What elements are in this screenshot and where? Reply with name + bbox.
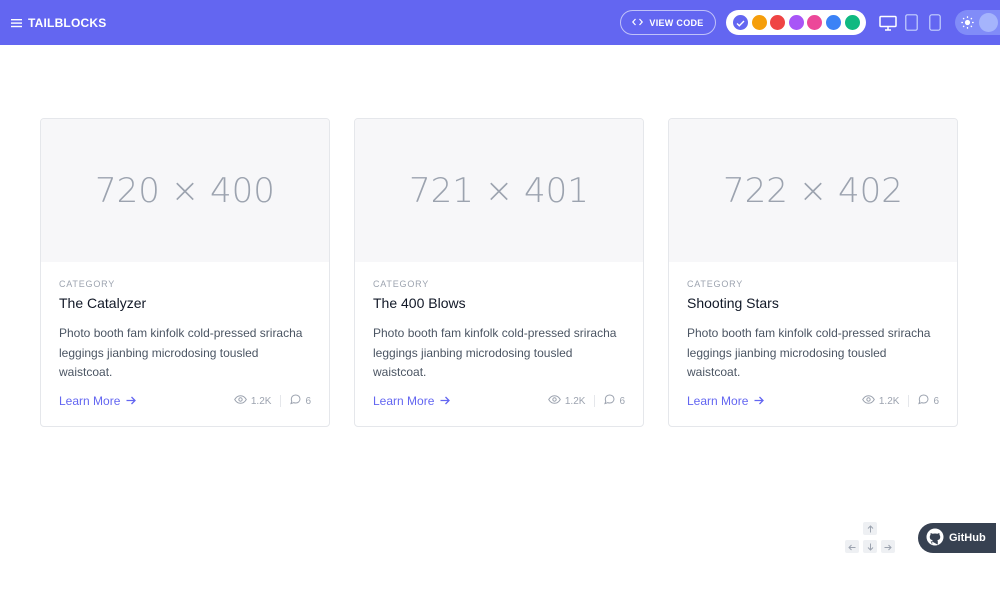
learn-more-label: Learn More xyxy=(373,394,435,408)
toggle-knob xyxy=(979,13,998,32)
arrow-down-key[interactable] xyxy=(863,540,877,553)
card-body: CATEGORY The 400 Blows Photo booth fam kin… xyxy=(373,279,625,383)
color-swatch[interactable] xyxy=(751,15,767,30)
blog-card: 722 × 402 CATEGORY Shooting Stars Photo boo… xyxy=(668,118,958,427)
comments-count: 6 xyxy=(305,395,311,407)
card-description: Photo booth fam kinfolk cold-pressed sri… xyxy=(59,326,303,379)
comment-icon xyxy=(290,394,301,408)
arrow-up-icon xyxy=(867,520,874,538)
blog-card: 720 × 400 CATEGORY The Catalyzer Photo boot… xyxy=(40,118,330,427)
card-stats: 1.2K 6 xyxy=(861,394,939,408)
tablet-view-button[interactable] xyxy=(905,0,918,45)
desktop-view-button[interactable] xyxy=(879,0,897,45)
comment-icon xyxy=(604,394,615,408)
color-swatch[interactable] xyxy=(807,15,823,30)
card-description: Photo booth fam kinfolk cold-pressed sri… xyxy=(373,326,617,379)
color-swatch[interactable] xyxy=(788,15,804,30)
arrow-right-icon xyxy=(440,394,451,408)
arrow-right-key[interactable] xyxy=(881,540,895,553)
blog-card: 721 × 401 CATEGORY The 400 Blows Photo boot… xyxy=(354,118,644,427)
view-code-button[interactable]: VIEW CODE xyxy=(620,10,716,35)
desktop-icon xyxy=(879,15,897,31)
card-title: The 400 Blows xyxy=(373,295,466,311)
card-footer: Learn More 1.2K 6 xyxy=(373,393,625,409)
card-description: Photo booth fam kinfolk cold-pressed sri… xyxy=(687,326,931,379)
mobile-view-button[interactable] xyxy=(929,0,941,45)
views-stat: 1.2K xyxy=(861,395,910,407)
image-size-label: 721 × 401 xyxy=(409,170,589,211)
image-size-label: 720 × 400 xyxy=(95,170,275,211)
comments-stat: 6 xyxy=(290,394,311,408)
comment-icon xyxy=(918,394,929,408)
arrow-down-icon xyxy=(867,538,874,556)
card-image-placeholder: 722 × 402 xyxy=(669,119,957,262)
arrow-right-icon xyxy=(884,538,892,556)
dark-mode-toggle[interactable] xyxy=(955,10,1000,35)
arrow-right-icon xyxy=(754,394,765,408)
card-category: CATEGORY xyxy=(59,279,116,289)
sun-icon xyxy=(961,16,974,34)
card-title: The Catalyzer xyxy=(59,295,147,311)
comments-count: 6 xyxy=(933,395,939,407)
brand[interactable]: TAILBLOCKS xyxy=(11,0,106,45)
color-swatch[interactable] xyxy=(825,15,841,30)
comments-stat: 6 xyxy=(918,394,939,408)
comments-count: 6 xyxy=(619,395,625,407)
top-navbar: TAILBLOCKS VIEW CODE xyxy=(0,0,1000,45)
view-code-label: VIEW CODE xyxy=(649,17,704,28)
card-stats: 1.2K 6 xyxy=(233,394,311,408)
views-count: 1.2K xyxy=(250,395,272,407)
card-footer: Learn More 1.2K 6 xyxy=(59,393,311,409)
arrow-left-icon xyxy=(848,538,856,556)
eye-icon xyxy=(861,395,875,407)
learn-more-label: Learn More xyxy=(59,394,121,408)
card-body: CATEGORY Shooting Stars Photo booth fam ki… xyxy=(687,279,939,383)
brand-name: TAILBLOCKS xyxy=(28,15,107,30)
learn-more-link[interactable]: Learn More xyxy=(59,394,137,408)
tablet-icon xyxy=(905,14,918,31)
arrow-right-icon xyxy=(126,394,137,408)
views-stat: 1.2K xyxy=(233,395,282,407)
card-stats: 1.2K 6 xyxy=(547,394,625,408)
card-image-placeholder: 721 × 401 xyxy=(355,119,643,262)
phone-icon xyxy=(929,14,941,31)
github-button[interactable]: GitHub xyxy=(918,523,996,553)
check-icon xyxy=(736,14,745,32)
github-icon xyxy=(926,528,944,549)
github-label: GitHub xyxy=(949,532,986,544)
arrow-left-key[interactable] xyxy=(845,540,859,553)
card-title: Shooting Stars xyxy=(687,295,779,311)
code-icon xyxy=(632,18,644,28)
card-image-placeholder: 720 × 400 xyxy=(41,119,329,262)
card-body: CATEGORY The Catalyzer Photo booth fam kin… xyxy=(59,279,311,383)
color-swatch[interactable] xyxy=(844,15,860,30)
eye-icon xyxy=(547,395,561,407)
views-stat: 1.2K xyxy=(547,395,596,407)
comments-stat: 6 xyxy=(604,394,625,408)
learn-more-link[interactable]: Learn More xyxy=(687,394,765,408)
arrow-up-key[interactable] xyxy=(863,522,877,535)
learn-more-label: Learn More xyxy=(687,394,749,408)
arrow-keys xyxy=(845,522,895,554)
image-size-label: 722 × 402 xyxy=(723,170,903,211)
hamburger-menu-icon[interactable] xyxy=(11,18,22,28)
learn-more-link[interactable]: Learn More xyxy=(373,394,451,408)
card-footer: Learn More 1.2K 6 xyxy=(687,393,939,409)
card-category: CATEGORY xyxy=(373,279,430,289)
card-category: CATEGORY xyxy=(687,279,744,289)
views-count: 1.2K xyxy=(878,395,900,407)
eye-icon xyxy=(233,395,247,407)
color-swatch[interactable] xyxy=(770,15,786,30)
color-palette xyxy=(726,10,866,35)
views-count: 1.2K xyxy=(564,395,586,407)
color-swatch[interactable] xyxy=(733,15,748,30)
